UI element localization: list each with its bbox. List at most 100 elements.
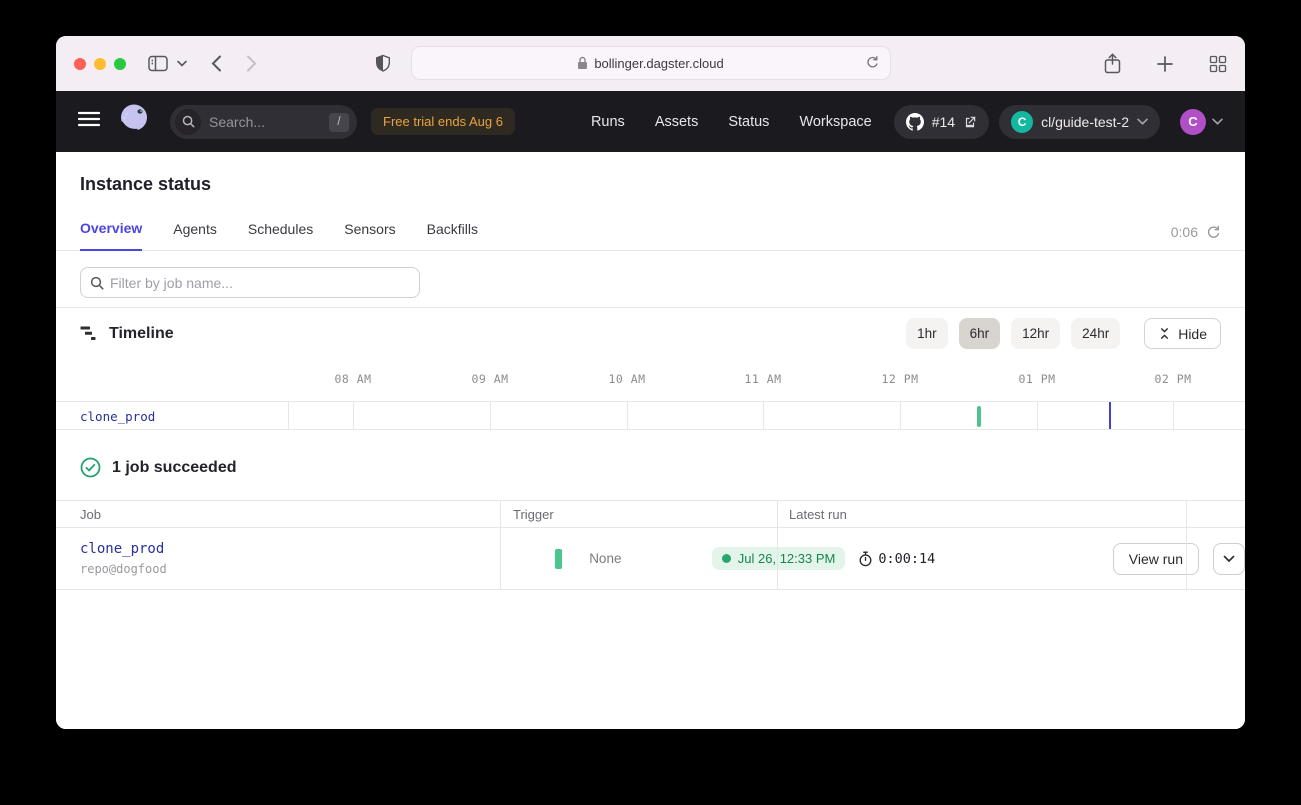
run-duration-value: 0:00:14 [878,551,935,567]
close-window-button[interactable] [74,58,86,70]
github-pr-number: #14 [932,114,955,130]
jobs-table: Job Trigger Latest run clone_prod repo@d… [56,500,1245,590]
summary-banner: 1 job succeeded [56,430,1245,500]
latest-run-badge[interactable]: Jul 26, 12:33 PM [712,547,846,570]
browser-window: bollinger.dagster.cloud [56,36,1245,729]
share-icon[interactable] [1104,53,1121,74]
range-buttons: 1hr 6hr 12hr 24hr Hide [906,318,1221,349]
refresh-icon[interactable] [1206,225,1221,240]
nav-pills: #14 C cl/guide-test-2 C [894,105,1223,139]
column-divider [777,500,778,590]
summary-text: 1 job succeeded [112,459,237,477]
search-shortcut-badge: / [329,113,349,132]
gridline [353,402,354,429]
user-avatar: C [1180,109,1206,135]
success-dot [722,554,731,563]
refresh-countdown-value: 0:06 [1171,224,1198,240]
nav-links: Runs Assets Status Workspace [591,114,872,130]
tab-bar: Overview Agents Schedules Sensors Backfi… [56,220,1245,251]
timeline-row: clone_prod [56,401,1245,430]
gridline [763,402,764,429]
nav-workspace[interactable]: Workspace [799,114,871,130]
tab-overview[interactable]: Overview [80,220,142,251]
page-content: Instance status Overview Agents Schedule… [56,152,1245,729]
menu-icon[interactable] [78,111,100,132]
browser-actions [1104,53,1227,74]
tab-sensors[interactable]: Sensors [344,221,395,250]
github-icon [906,113,924,131]
job-filter-input[interactable] [110,275,410,291]
minimize-window-button[interactable] [94,58,106,70]
run-marker[interactable] [977,406,981,427]
axis-tick: 01 PM [1018,372,1055,386]
hide-timeline-button[interactable]: Hide [1144,318,1221,349]
zoom-window-button[interactable] [114,58,126,70]
search-icon [175,109,201,135]
gridline [1173,402,1174,429]
nav-assets[interactable]: Assets [655,114,699,130]
axis-tick: 12 PM [881,372,918,386]
privacy-shield-icon[interactable] [375,54,391,73]
nav-runs[interactable]: Runs [591,114,625,130]
axis-tick: 10 AM [608,372,645,386]
run-status-bar[interactable] [555,549,562,569]
deployment-switcher[interactable]: C cl/guide-test-2 [999,105,1160,139]
gridline [627,402,628,429]
gridline [1037,402,1038,429]
tab-schedules[interactable]: Schedules [248,221,313,250]
job-repo: repo@dogfood [80,562,167,576]
nav-status[interactable]: Status [728,114,769,130]
window-controls [74,58,126,70]
tab-group-chevron-icon[interactable] [177,60,187,67]
reload-icon[interactable] [865,55,880,73]
axis-tick: 08 AM [334,372,371,386]
row-menu-button[interactable] [1213,543,1245,575]
new-tab-icon[interactable] [1157,56,1173,72]
axis-tick: 09 AM [471,372,508,386]
tab-overview-icon[interactable] [1209,55,1227,73]
address-bar[interactable]: bollinger.dagster.cloud [411,46,891,80]
chevron-down-icon [1212,118,1223,125]
range-12hr-button[interactable]: 12hr [1011,318,1060,349]
column-trigger: Trigger [500,507,777,522]
timeline-title-text: Timeline [109,325,174,343]
search-input[interactable] [209,114,319,130]
chevron-down-icon [1223,555,1235,563]
range-1hr-button[interactable]: 1hr [906,318,948,349]
timeline-job-link[interactable]: clone_prod [80,409,155,424]
search-icon [90,276,104,290]
tab-backfills[interactable]: Backfills [427,221,478,250]
job-link[interactable]: clone_prod [80,541,167,557]
browser-toolbar: bollinger.dagster.cloud [56,36,1245,91]
column-divider [1186,500,1187,590]
table-row: clone_prod repo@dogfood None Jul 26, 12:… [56,528,1245,590]
check-circle-icon [80,457,101,478]
axis-tick: 11 AM [744,372,781,386]
tab-agents[interactable]: Agents [173,221,217,250]
forward-button[interactable] [246,55,257,72]
timeline-title: Timeline [80,325,174,343]
range-6hr-button[interactable]: 6hr [959,318,1001,349]
sidebar-toggle-icon[interactable] [148,55,168,72]
table-header: Job Trigger Latest run [56,500,1245,528]
range-24hr-button[interactable]: 24hr [1071,318,1120,349]
run-duration: 0:00:14 [858,551,935,567]
url-text: bollinger.dagster.cloud [594,56,723,71]
collapse-icon [1158,327,1171,340]
user-menu[interactable]: C [1180,109,1223,135]
gridline [288,402,289,429]
gridline [900,402,901,429]
github-pr-pill[interactable]: #14 [894,105,989,139]
page-header: Instance status [56,152,1245,195]
lock-icon [577,56,588,70]
now-marker [1109,402,1111,429]
chevron-down-icon [1137,118,1148,125]
back-button[interactable] [211,55,222,72]
global-search[interactable]: / [170,105,357,139]
dagster-logo[interactable] [116,101,152,142]
deployment-avatar: C [1011,111,1033,133]
job-filter[interactable] [80,267,420,298]
gridline [490,402,491,429]
column-divider [500,500,501,590]
timeline-header: Timeline 1hr 6hr 12hr 24hr Hide [56,307,1245,359]
